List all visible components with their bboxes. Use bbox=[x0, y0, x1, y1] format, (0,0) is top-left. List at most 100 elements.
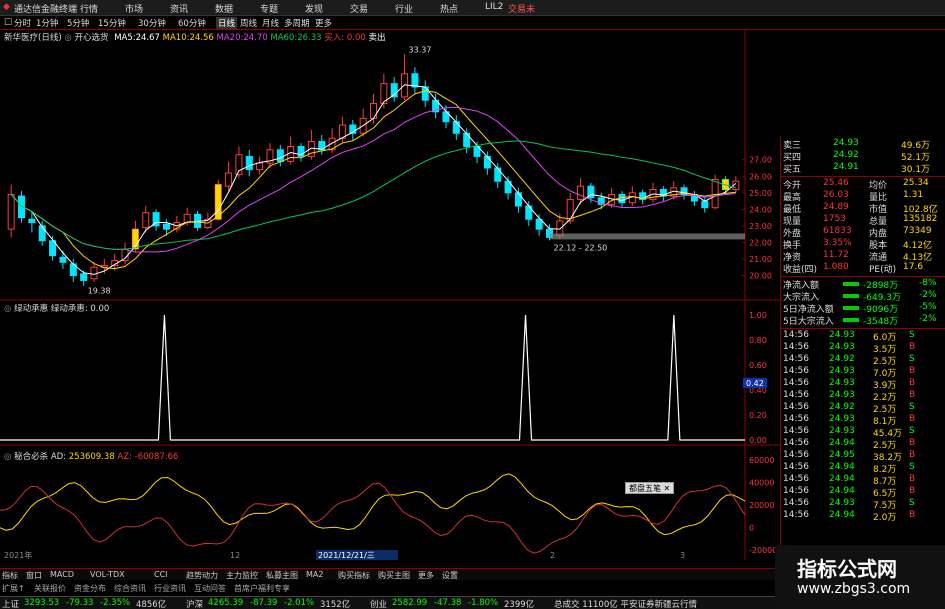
ad-value: 253609.38 bbox=[68, 452, 115, 462]
period-tab-0[interactable]: 分时 bbox=[12, 17, 33, 29]
stat-row: 今开 25.46 均价 25.34 bbox=[781, 178, 945, 191]
flow-popup[interactable]: 都盘五笔 ✕ bbox=[625, 482, 675, 494]
stat-row: 最低 24.89 市值 102.8亿 bbox=[781, 202, 945, 215]
flow-axis-label: 0 bbox=[749, 524, 754, 533]
menu-item-8[interactable]: 热点 bbox=[440, 2, 458, 15]
indicator-tab-11[interactable]: 更多 bbox=[418, 570, 434, 581]
menu-item-7[interactable]: 行业 bbox=[395, 2, 413, 15]
menu-item-0[interactable]: 行情 bbox=[80, 2, 98, 15]
period-tab-9[interactable]: 多周期 bbox=[282, 17, 312, 29]
date-axis-cursor: 2021/12/21/三 bbox=[318, 551, 375, 560]
indicator-tab-0[interactable]: 指标 bbox=[2, 570, 18, 581]
signal-axis-label: 0.00 bbox=[749, 436, 767, 445]
date-axis-mid: 12 bbox=[230, 551, 240, 560]
index-name[interactable]: 创业 bbox=[370, 598, 387, 609]
period-tab-2[interactable]: 5分钟 bbox=[65, 17, 91, 29]
tick-row: 14:56 24.95 38.2万 B bbox=[781, 450, 945, 463]
indicator-tab-8[interactable]: MA2 bbox=[306, 570, 323, 579]
bottom-link-5[interactable]: 互动问答 bbox=[194, 583, 226, 594]
period-tab-5[interactable]: 60分钟 bbox=[176, 17, 208, 29]
trade-status[interactable]: 交易未 bbox=[508, 2, 535, 15]
indicator-tab-12[interactable]: 设置 bbox=[442, 570, 458, 581]
period-tab-6[interactable]: 日线 bbox=[216, 17, 238, 29]
stat-value: 61833 bbox=[823, 226, 852, 236]
stat-value: 24.89 bbox=[823, 202, 849, 212]
bottom-link-1[interactable]: 关联报价 bbox=[34, 583, 66, 594]
date-axis-m2: 2 bbox=[550, 551, 555, 560]
menu-item-1[interactable]: 市场 bbox=[125, 2, 143, 15]
tick-side: B bbox=[909, 378, 916, 388]
ma20-line bbox=[10, 106, 736, 253]
stat-value: 1.31 bbox=[903, 190, 924, 200]
menu-item-9[interactable]: LIL2 bbox=[485, 2, 503, 12]
menu-item-6[interactable]: 交易 bbox=[350, 2, 368, 15]
index-name[interactable]: 上证 bbox=[2, 598, 19, 609]
flow-bar bbox=[843, 318, 859, 322]
tick-row: 14:56 24.93 8.1万 B bbox=[781, 414, 945, 427]
tick-price: 24.93 bbox=[829, 498, 855, 508]
ma5-label: MA5: bbox=[114, 33, 136, 43]
ma60-label: MA60: bbox=[270, 33, 298, 43]
bottom-link-6[interactable]: 首席户福利专享 bbox=[234, 583, 290, 594]
indicator-tab-3[interactable]: VOL-TDX bbox=[90, 570, 125, 579]
indicator-tab-2[interactable]: MACD bbox=[50, 570, 74, 579]
menu-item-4[interactable]: 专题 bbox=[260, 2, 278, 15]
candle-body bbox=[90, 266, 98, 280]
index-pct: -2.35% bbox=[100, 598, 131, 608]
stock-name: 新华医疗(日线) bbox=[4, 33, 62, 43]
menu-item-5[interactable]: 发现 bbox=[305, 2, 323, 15]
indicator-tab-5[interactable]: 趋势动力 bbox=[186, 570, 218, 581]
price-axis-label: 25.00 bbox=[749, 189, 772, 198]
price-axis-label: 21.00 bbox=[749, 255, 772, 264]
watermark: 指标公式网 www.zbgs3.com bbox=[775, 545, 945, 609]
tick-side: S bbox=[909, 402, 915, 412]
tick-time: 14:56 bbox=[783, 486, 809, 496]
tick-price: 24.94 bbox=[829, 438, 855, 448]
tick-row: 14:56 24.94 2.0万 B bbox=[781, 510, 945, 523]
tick-time: 14:56 bbox=[783, 450, 809, 460]
period-tab-10[interactable]: 更多 bbox=[313, 17, 334, 29]
menu-item-3[interactable]: 数据 bbox=[215, 2, 233, 15]
period-tab-1[interactable]: 1分钟 bbox=[34, 17, 60, 29]
flow-pct: -5% bbox=[919, 302, 937, 312]
tick-price: 24.94 bbox=[829, 462, 855, 472]
signal-legend: ◎ 绿动承惠 绿动承惠: 0.00 bbox=[4, 302, 109, 314]
bottom-link-3[interactable]: 综合资讯 bbox=[114, 583, 146, 594]
bottom-link-0[interactable]: 扩展↑ bbox=[2, 583, 25, 594]
candle-body bbox=[59, 256, 67, 263]
index-pct: -2.01% bbox=[284, 598, 315, 608]
period-toolbar: □ 分时 1分钟 5分钟 15分钟 30分钟 60分钟 日线 周线 月线 多周期 更多 bbox=[0, 16, 945, 30]
bottom-link-4[interactable]: 行业资讯 bbox=[154, 583, 186, 594]
index-amount: 2399亿 bbox=[504, 600, 535, 609]
indicator-tab-9[interactable]: 购买指标 bbox=[338, 570, 370, 581]
kline-chart[interactable]: 27.0026.0025.0024.0023.0022.0021.0020.00… bbox=[0, 30, 780, 560]
indicator-tab-4[interactable]: CCI bbox=[154, 570, 168, 579]
indicator-tab-6[interactable]: 主力监控 bbox=[226, 570, 258, 581]
candle-body bbox=[370, 103, 377, 119]
tick-time: 14:56 bbox=[783, 438, 809, 448]
period-tab-3[interactable]: 15分钟 bbox=[96, 17, 128, 29]
indicator-tab-7[interactable]: 私募主图 bbox=[266, 570, 298, 581]
stat-row: 换手 3.35% 股本 4.12亿 bbox=[781, 238, 945, 251]
stat-row: 最高 26.03 量比 1.31 bbox=[781, 190, 945, 203]
tick-row: 14:56 24.93 45.4万 S bbox=[781, 426, 945, 439]
tick-row: 14:56 24.92 2.5万 S bbox=[781, 402, 945, 415]
indicator-icon: ◎ bbox=[64, 33, 72, 43]
period-tab-8[interactable]: 月线 bbox=[260, 17, 281, 29]
tick-time: 14:56 bbox=[783, 378, 809, 388]
period-tab-7[interactable]: 周线 bbox=[238, 17, 259, 29]
price-axis-label: 22.00 bbox=[749, 238, 772, 247]
stat-value: 3.35% bbox=[823, 238, 852, 248]
popup-close-icon[interactable]: ✕ bbox=[664, 484, 671, 493]
az-value: -60087.66 bbox=[134, 452, 179, 462]
tick-price: 24.93 bbox=[829, 414, 855, 424]
period-tab-4[interactable]: 30分钟 bbox=[136, 17, 168, 29]
tick-time: 14:56 bbox=[783, 330, 809, 340]
tick-time: 14:56 bbox=[783, 354, 809, 364]
bottom-link-2[interactable]: 资金分布 bbox=[74, 583, 106, 594]
menu-item-2[interactable]: 资讯 bbox=[170, 2, 188, 15]
indicator-tab-10[interactable]: 购买主图 bbox=[378, 570, 410, 581]
index-name[interactable]: 沪深 bbox=[186, 598, 203, 609]
indicator-tab-1[interactable]: 窗口 bbox=[26, 570, 42, 581]
quote-divider bbox=[781, 328, 945, 329]
